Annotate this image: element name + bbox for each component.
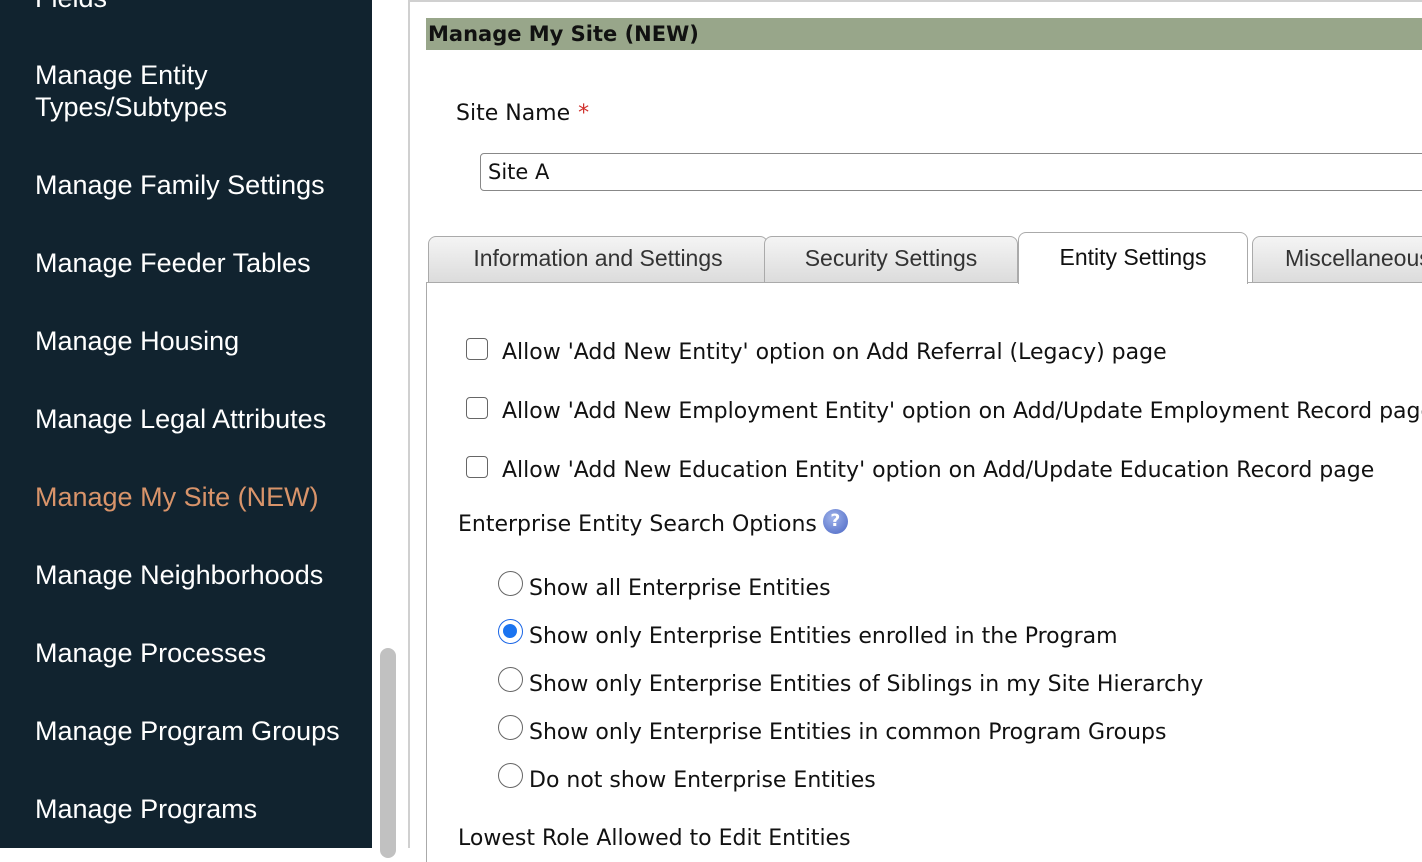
search-options-label-text: Enterprise Entity Search Options (458, 512, 817, 537)
radio-label: Show only Enterprise Entities in common … (529, 720, 1167, 745)
checkbox-row-add-new-education-entity: Allow 'Add New Education Entity' option … (466, 456, 1375, 488)
checkbox-row-add-new-entity: Allow 'Add New Entity' option on Add Ref… (466, 338, 1167, 370)
add-new-employment-entity-checkbox[interactable] (466, 397, 488, 419)
show-all-radio[interactable] (498, 570, 523, 596)
tab-security-settings[interactable]: Security Settings (764, 236, 1018, 282)
sidebar-item-manage-my-site[interactable]: Manage My Site (NEW) (35, 481, 365, 513)
site-name-input[interactable] (480, 153, 1422, 191)
sidebar-item-fields[interactable]: Fields (35, 0, 365, 14)
scrollbar-thumb[interactable] (380, 648, 396, 858)
tab-miscellaneous[interactable]: Miscellaneous (1252, 236, 1422, 282)
tab-information-and-settings[interactable]: Information and Settings (428, 236, 768, 282)
site-name-label-text: Site Name (456, 101, 571, 126)
lowest-role-label: Lowest Role Allowed to Edit Entities (458, 826, 851, 851)
sidebar-item-manage-feeder-tables[interactable]: Manage Feeder Tables (35, 247, 365, 279)
sidebar-item-manage-legal-attributes[interactable]: Manage Legal Attributes (35, 403, 365, 435)
radio-label: Do not show Enterprise Entities (529, 768, 876, 793)
sidebar-item-manage-entity-types[interactable]: Manage Entity Types/Subtypes (35, 59, 365, 123)
checkbox-label: Allow 'Add New Employment Entity' option… (502, 399, 1422, 424)
radio-label: Show only Enterprise Entities enrolled i… (529, 624, 1118, 649)
enrolled-in-program-radio[interactable] (498, 618, 523, 644)
sidebar-item-manage-housing[interactable]: Manage Housing (35, 325, 365, 357)
checkbox-label: Allow 'Add New Education Entity' option … (502, 458, 1375, 483)
add-new-entity-checkbox[interactable] (466, 338, 488, 360)
radio-row-show-all: Show all Enterprise Entities (498, 570, 831, 606)
radio-label: Show all Enterprise Entities (529, 576, 831, 601)
radio-row-do-not-show: Do not show Enterprise Entities (498, 762, 876, 798)
required-marker: * (578, 101, 590, 126)
radio-row-common-program-groups: Show only Enterprise Entities in common … (498, 714, 1167, 750)
radio-label: Show only Enterprise Entities of Sibling… (529, 672, 1204, 697)
tab-entity-settings[interactable]: Entity Settings (1018, 232, 1248, 284)
page-title: Manage My Site (NEW) (426, 18, 1422, 50)
do-not-show-radio[interactable] (498, 762, 523, 788)
sidebar-item-manage-programs[interactable]: Manage Programs (35, 793, 365, 825)
common-program-groups-radio[interactable] (498, 714, 523, 740)
radio-row-enrolled-in-program: Show only Enterprise Entities enrolled i… (498, 618, 1118, 654)
help-icon[interactable]: ? (822, 509, 848, 534)
checkbox-label: Allow 'Add New Entity' option on Add Ref… (502, 340, 1167, 365)
sidebar-item-manage-family-settings[interactable]: Manage Family Settings (35, 169, 365, 201)
sidebar-item-manage-program-groups[interactable]: Manage Program Groups (35, 715, 365, 747)
radio-row-siblings: Show only Enterprise Entities of Sibling… (498, 666, 1204, 702)
sidebar-nav: Fields Manage Entity Types/Subtypes Mana… (0, 0, 372, 848)
search-options-label: Enterprise Entity Search Options? (458, 509, 848, 537)
add-new-education-entity-checkbox[interactable] (466, 456, 488, 478)
sidebar-item-manage-processes[interactable]: Manage Processes (35, 637, 365, 669)
sidebar-item-manage-neighborhoods[interactable]: Manage Neighborhoods (35, 559, 365, 591)
checkbox-row-add-new-employment-entity: Allow 'Add New Employment Entity' option… (466, 397, 1422, 429)
siblings-radio[interactable] (498, 666, 523, 692)
site-name-label: Site Name * (456, 101, 589, 126)
